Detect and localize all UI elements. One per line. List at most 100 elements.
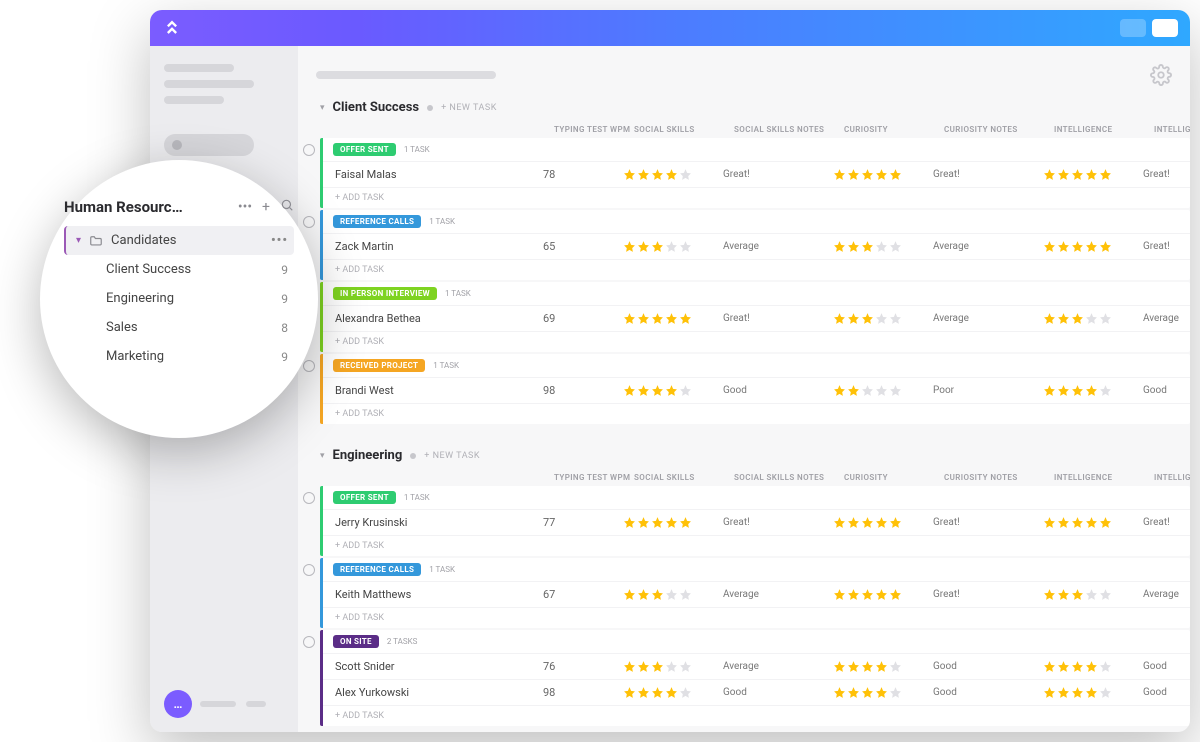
- sidebar-item[interactable]: Sales8: [94, 313, 294, 342]
- status-pill[interactable]: OFFER SENT: [333, 143, 396, 156]
- collapse-circle-icon[interactable]: [303, 360, 315, 372]
- task-row[interactable]: Scott Snider76AverageGoodGoodAver: [323, 653, 1190, 679]
- star-rating[interactable]: [1043, 686, 1143, 699]
- star-icon: [679, 384, 692, 397]
- note-value: Great!: [933, 517, 1043, 528]
- candidate-name: Zack Martin: [335, 240, 543, 253]
- star-icon: [1057, 660, 1070, 673]
- status-pill[interactable]: IN PERSON INTERVIEW: [333, 287, 437, 300]
- chat-button[interactable]: [164, 690, 192, 718]
- group-header[interactable]: OFFER SENT1 TASK: [323, 138, 1190, 161]
- search-pill[interactable]: [164, 134, 254, 156]
- add-task-button[interactable]: + ADD TASK: [323, 187, 1190, 208]
- star-rating[interactable]: [833, 588, 933, 601]
- sidebar-item[interactable]: Engineering9: [94, 284, 294, 313]
- search-icon[interactable]: [280, 198, 294, 216]
- window-minimize-button[interactable]: [1120, 19, 1146, 37]
- note-value: Great!: [723, 517, 833, 528]
- status-pill[interactable]: ON SITE: [333, 635, 379, 648]
- star-rating[interactable]: [623, 168, 723, 181]
- star-rating[interactable]: [1043, 516, 1143, 529]
- star-icon: [833, 660, 846, 673]
- add-task-button[interactable]: + ADD TASK: [323, 403, 1190, 424]
- star-rating[interactable]: [833, 660, 933, 673]
- group-header[interactable]: IN PERSON INTERVIEW1 TASK: [323, 282, 1190, 305]
- star-icon: [875, 312, 888, 325]
- group-header[interactable]: RECEIVED PROJECT1 TASK: [323, 354, 1190, 377]
- task-row[interactable]: Brandi West98GoodPoorGoodAver: [323, 377, 1190, 403]
- collapse-circle-icon[interactable]: [303, 216, 315, 228]
- star-icon: [1071, 168, 1084, 181]
- status-pill[interactable]: REFERENCE CALLS: [333, 563, 421, 576]
- star-icon: [875, 240, 888, 253]
- star-rating[interactable]: [623, 588, 723, 601]
- star-rating[interactable]: [1043, 588, 1143, 601]
- add-task-button[interactable]: + ADD TASK: [323, 705, 1190, 726]
- star-icon: [875, 686, 888, 699]
- group-header[interactable]: REFERENCE CALLS1 TASK: [323, 210, 1190, 233]
- task-row[interactable]: Faisal Malas78Great!Great!Great!Great: [323, 161, 1190, 187]
- star-rating[interactable]: [833, 686, 933, 699]
- group-header[interactable]: OFFER SENT1 TASK: [323, 486, 1190, 509]
- star-icon: [861, 240, 874, 253]
- star-rating[interactable]: [623, 516, 723, 529]
- star-rating[interactable]: [833, 240, 933, 253]
- add-task-button[interactable]: + ADD TASK: [323, 535, 1190, 556]
- star-rating[interactable]: [623, 660, 723, 673]
- star-rating[interactable]: [833, 168, 933, 181]
- caret-down-icon[interactable]: ▾: [320, 103, 325, 113]
- star-rating[interactable]: [623, 312, 723, 325]
- star-icon: [1085, 168, 1098, 181]
- star-rating[interactable]: [623, 686, 723, 699]
- add-task-button[interactable]: + ADD TASK: [323, 331, 1190, 352]
- star-rating[interactable]: [623, 384, 723, 397]
- star-rating[interactable]: [1043, 168, 1143, 181]
- task-group: REFERENCE CALLS1 TASKZack Martin65Averag…: [320, 210, 1190, 280]
- add-icon[interactable]: +: [262, 199, 270, 215]
- sidebar-item[interactable]: Client Success9: [94, 255, 294, 284]
- task-row[interactable]: Jerry Krusinski77Great!Great!Great!Great: [323, 509, 1190, 535]
- app-logo-icon: [162, 18, 182, 38]
- star-rating[interactable]: [1043, 660, 1143, 673]
- collapse-circle-icon[interactable]: [303, 144, 315, 156]
- task-row[interactable]: Keith Matthews67AverageGreat!AverageGood: [323, 581, 1190, 607]
- new-task-button[interactable]: + NEW TASK: [424, 451, 480, 461]
- group-header[interactable]: ON SITE2 TASKS: [323, 630, 1190, 653]
- star-icon: [1099, 588, 1112, 601]
- item-more-icon[interactable]: •••: [271, 233, 288, 248]
- collapse-circle-icon[interactable]: [303, 492, 315, 504]
- caret-down-icon[interactable]: ▾: [320, 451, 325, 461]
- new-task-button[interactable]: + NEW TASK: [441, 103, 497, 113]
- sidebar-item-candidates[interactable]: ▾ Candidates •••: [64, 226, 294, 255]
- group-header[interactable]: REFERENCE CALLS1 TASK: [323, 558, 1190, 581]
- add-task-button[interactable]: + ADD TASK: [323, 607, 1190, 628]
- wpm-value: 98: [543, 384, 623, 397]
- more-icon[interactable]: •••: [238, 199, 252, 215]
- collapse-circle-icon[interactable]: [303, 564, 315, 576]
- star-rating[interactable]: [623, 240, 723, 253]
- column-header: INTELLIGENCE: [1054, 125, 1154, 134]
- sidebar-item[interactable]: Marketing9: [94, 342, 294, 371]
- collapse-circle-icon[interactable]: [303, 636, 315, 648]
- star-rating[interactable]: [833, 384, 933, 397]
- note-value: Great!: [1143, 241, 1190, 252]
- note-value: Good: [933, 661, 1043, 672]
- status-pill[interactable]: OFFER SENT: [333, 491, 396, 504]
- star-icon: [861, 686, 874, 699]
- star-rating[interactable]: [833, 516, 933, 529]
- status-pill[interactable]: REFERENCE CALLS: [333, 215, 421, 228]
- task-row[interactable]: Zack Martin65AverageAverageGreat!Good: [323, 233, 1190, 259]
- star-rating[interactable]: [1043, 312, 1143, 325]
- star-rating[interactable]: [833, 312, 933, 325]
- folder-icon: [89, 235, 103, 246]
- gear-icon[interactable]: [1150, 64, 1172, 86]
- task-row[interactable]: Alexandra Bethea69Great!AverageAverageAv…: [323, 305, 1190, 331]
- task-row[interactable]: Alex Yurkowski98GoodGoodGoodAver: [323, 679, 1190, 705]
- window-maximize-button[interactable]: [1152, 19, 1178, 37]
- star-rating[interactable]: [1043, 240, 1143, 253]
- note-value: Good: [1143, 661, 1190, 672]
- status-pill[interactable]: RECEIVED PROJECT: [333, 359, 425, 372]
- star-icon: [833, 168, 846, 181]
- add-task-button[interactable]: + ADD TASK: [323, 259, 1190, 280]
- star-rating[interactable]: [1043, 384, 1143, 397]
